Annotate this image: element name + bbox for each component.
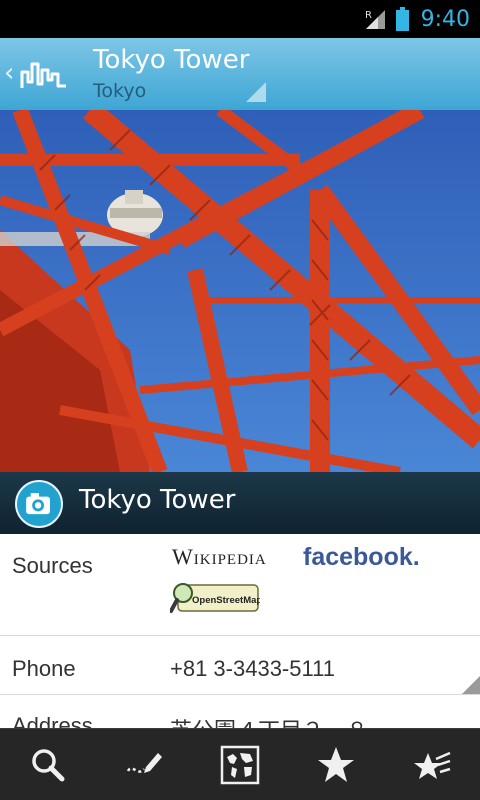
route-pencil-icon — [126, 752, 162, 773]
favorite-button[interactable] — [308, 737, 364, 793]
camera-icon[interactable] — [15, 480, 63, 528]
map-button[interactable] — [212, 737, 268, 793]
city-skyline-icon[interactable] — [20, 58, 68, 90]
sources-label: Sources — [12, 553, 93, 578]
screen: R 9:40 ‹ Tokyo Tower Tokyo Tokyo Tower S… — [0, 0, 480, 800]
wikipedia-logo-text: Wikipedia — [172, 544, 267, 569]
details-list: Sources Wikipedia facebook. OpenStreetMa… — [0, 534, 480, 728]
location-spinner[interactable]: Tokyo — [93, 80, 146, 102]
action-corner-icon — [462, 676, 480, 694]
facebook-link[interactable]: facebook. — [303, 543, 420, 572]
facebook-logo-text: facebook. — [303, 543, 420, 571]
search-icon — [32, 748, 65, 781]
battery-icon — [395, 7, 409, 31]
network-indicator: R — [365, 10, 372, 21]
address-row[interactable]: Address 芝公園４丁目２－８ — [0, 695, 480, 728]
address-label: Address — [12, 713, 93, 728]
wikipedia-link[interactable]: Wikipedia — [172, 544, 267, 570]
bottom-toolbar — [0, 728, 480, 800]
chevron-left-icon[interactable]: ‹ — [4, 60, 14, 86]
sources-row: Sources Wikipedia facebook. OpenStreetMa… — [0, 534, 480, 636]
phone-value[interactable]: +81 3-3433-5111 — [170, 656, 335, 682]
world-map-icon — [220, 745, 260, 784]
photo-caption: Tokyo Tower — [79, 485, 236, 515]
signal-icon: R — [364, 8, 386, 30]
photo-tokyo-tower-lattice — [0, 110, 480, 472]
star-icon — [318, 746, 354, 782]
starred-list-button[interactable] — [404, 737, 460, 793]
route-button[interactable] — [116, 737, 172, 793]
hero-photo[interactable] — [0, 110, 480, 472]
starred-list-icon — [414, 751, 451, 779]
address-value[interactable]: 芝公園４丁目２－８ — [170, 713, 368, 728]
photo-caption-bar: Tokyo Tower — [0, 472, 480, 534]
search-button[interactable] — [20, 737, 76, 793]
phone-row[interactable]: Phone +81 3-3433-5111 — [0, 636, 480, 695]
status-bar: R 9:40 — [0, 0, 480, 38]
phone-label: Phone — [12, 656, 76, 681]
page-title: Tokyo Tower — [93, 45, 250, 75]
clock: 9:40 — [420, 6, 470, 32]
action-bar[interactable]: ‹ Tokyo Tower Tokyo — [0, 38, 480, 110]
spinner-corner-icon — [246, 82, 266, 102]
openstreetmap-link[interactable]: OpenStreetMap — [169, 580, 262, 616]
openstreetmap-logo-text: OpenStreetMap — [192, 595, 260, 606]
